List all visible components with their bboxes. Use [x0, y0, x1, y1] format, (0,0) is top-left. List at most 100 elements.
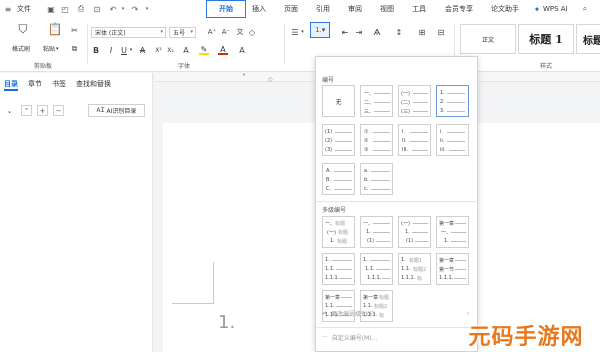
copy-icon[interactable]: ⧉: [70, 44, 79, 53]
bullets-dropdown-icon[interactable]: ▾: [300, 27, 305, 37]
multilevel-chapter-section[interactable]: 第一章 第一节 1.1.1.: [436, 253, 469, 285]
numbering-button[interactable]: ⒈▾: [310, 22, 330, 38]
wps-ai-icon[interactable]: ✦: [532, 4, 542, 14]
subscript-icon[interactable]: X₂: [166, 45, 175, 55]
chinese-layout-icon[interactable]: Ѧ: [372, 27, 382, 37]
search-icon[interactable]: ⌕: [580, 4, 590, 14]
font-name-select[interactable]: 宋体 (正文) ▾: [91, 27, 166, 38]
numbering-dropdown: 编号 无 一、 二、 三、 (一) (二) (三) 1. 2. 3. (1) (…: [315, 56, 479, 352]
chevron-down-icon: ▾: [160, 29, 163, 35]
multilevel-decimal-heading[interactable]: 1. 标题1 1.1. 标题2 1.1.1. 标: [398, 253, 431, 285]
numbering-circled[interactable]: ① ② ③: [360, 124, 393, 156]
multilevel-decimal-indented[interactable]: 1. 1.1. 1.1.1.: [360, 253, 393, 285]
format-painter-icon[interactable]: ⛉: [16, 22, 30, 36]
multilevel-chapter[interactable]: 第一章 一、 1.: [436, 216, 469, 248]
file-menu[interactable]: 文件: [17, 0, 31, 18]
tab-review[interactable]: 审阅: [345, 0, 365, 18]
ribbon-divider: [284, 24, 285, 64]
tab-bookmarks[interactable]: 书签: [52, 79, 66, 91]
wps-writer-window: ≡ 文件 ▣ ◰ ⎙ ⊡ ↶ ▾ ↷ ▾ 开始 插入 页面 引用 审阅 视图 工…: [0, 0, 600, 352]
numbering-upper-alpha[interactable]: A. B. C.: [322, 163, 355, 195]
ai-recognize-toc-button[interactable]: ᎪᏆ AI识别目录: [88, 104, 145, 117]
tab-chapters[interactable]: 章节: [28, 79, 42, 91]
undo-icon[interactable]: ↶: [108, 4, 118, 14]
multilevel-paren[interactable]: (一) 1. (1): [398, 216, 431, 248]
format-painter-button[interactable]: 格式刷: [12, 44, 30, 53]
tab-references[interactable]: 引用: [313, 0, 333, 18]
superscript-icon[interactable]: X²: [154, 45, 163, 55]
multilevel-chinese-arabic[interactable]: 一、 1. (1): [360, 216, 393, 248]
numbering-arabic-dot[interactable]: 1. 2. 3.: [436, 85, 469, 117]
show-marks-icon[interactable]: ⊞: [417, 27, 427, 37]
phonetic-guide-icon[interactable]: 文: [235, 27, 245, 37]
shrink-font-icon[interactable]: A⁻: [221, 27, 231, 37]
redo-icon[interactable]: ↷: [130, 4, 140, 14]
tab-find-replace[interactable]: 查找和替换: [76, 79, 111, 91]
decrease-indent-icon[interactable]: ⇤: [340, 27, 350, 37]
increase-indent-icon[interactable]: ⇥: [354, 27, 364, 37]
font-name-value: 宋体 (正文): [95, 30, 126, 37]
tab-toc[interactable]: 目录: [4, 79, 18, 91]
numbering-chinese-paren[interactable]: (一) (二) (三): [398, 85, 431, 117]
font-color-icon[interactable]: A: [218, 45, 228, 55]
bullets-icon[interactable]: ☰: [290, 27, 300, 37]
style-heading[interactable]: 标题: [576, 24, 600, 54]
wps-ai-button[interactable]: WPS AI: [543, 0, 568, 18]
menu-icon[interactable]: ≡: [3, 4, 13, 14]
font-size-value: 五号: [173, 30, 186, 37]
paste-dropdown-icon[interactable]: ▾: [56, 46, 59, 52]
underline-icon[interactable]: U: [120, 45, 128, 55]
print-icon[interactable]: ⎙: [76, 4, 86, 14]
collapse-icon[interactable]: ⌃: [21, 105, 32, 116]
more-dropdown-icon[interactable]: ▾: [142, 4, 152, 14]
numbering-none[interactable]: 无: [322, 85, 355, 117]
tab-home[interactable]: 开始: [206, 0, 246, 18]
numbering-chinese-comma[interactable]: 一、 二、 三、: [360, 85, 393, 117]
italic-icon[interactable]: I: [107, 45, 115, 55]
multilevel-chinese[interactable]: 一、 标题 (一) 标题 1. 标题: [322, 216, 355, 248]
numbering-lower-roman[interactable]: i. ii. iii.: [436, 124, 469, 156]
preview-icon[interactable]: ⊡: [92, 4, 102, 14]
numbering-roman[interactable]: I. II. III.: [398, 124, 431, 156]
tab-page[interactable]: 页面: [281, 0, 301, 18]
chevron-right-icon: ›: [466, 309, 469, 317]
change-level-item[interactable]: ⇌ 更改编号级别(E) ›: [322, 307, 473, 319]
tab-insert[interactable]: 插入: [250, 0, 268, 18]
tab-member[interactable]: 会员专享: [441, 0, 477, 18]
style-normal[interactable]: 正文: [460, 24, 516, 54]
paste-icon[interactable]: 📋: [48, 22, 63, 36]
numbering-lower-alpha[interactable]: a. b. c.: [360, 163, 393, 195]
numbering-arabic-paren[interactable]: (1) (2) (3): [322, 124, 355, 156]
expand-icon[interactable]: ⌄: [4, 105, 15, 116]
grow-font-icon[interactable]: A⁺: [207, 27, 217, 37]
save-icon[interactable]: ▣: [46, 4, 56, 14]
chevron-down-icon: ▾: [190, 29, 193, 35]
undo-dropdown-icon[interactable]: ▾: [118, 4, 128, 14]
strikethrough-icon[interactable]: A: [138, 45, 147, 55]
multilevel-decimal[interactable]: 1. 1.1. 1.1.1.: [322, 253, 355, 285]
highlight-icon[interactable]: ✎: [199, 45, 209, 55]
tab-thesis-assistant[interactable]: 论文助手: [487, 0, 523, 18]
site-watermark: 元码手游网: [468, 324, 584, 350]
ruler-marker-icon[interactable]: ▾: [243, 73, 245, 78]
custom-numbering-item[interactable]: ··· 自定义编号(M)...: [322, 331, 473, 343]
char-border-icon[interactable]: A: [237, 45, 247, 55]
font-size-select[interactable]: 五号 ▾: [169, 27, 196, 38]
remove-icon[interactable]: −: [53, 105, 64, 116]
more-icon: ···: [322, 333, 328, 341]
table-icon[interactable]: ⊟: [436, 27, 446, 37]
text-effect-icon[interactable]: A: [181, 45, 191, 55]
dropdown-divider: [316, 201, 479, 202]
add-icon[interactable]: +: [37, 105, 48, 116]
line-spacing-icon[interactable]: ↕: [394, 27, 404, 37]
underline-dropdown-icon[interactable]: ▾: [128, 45, 134, 55]
tab-view[interactable]: 视图: [377, 0, 397, 18]
cut-icon[interactable]: ✂: [70, 26, 79, 35]
open-icon[interactable]: ◰: [60, 4, 70, 14]
paste-button[interactable]: 粘贴 ▾: [43, 44, 59, 54]
clear-format-icon[interactable]: ◇: [247, 27, 257, 37]
tab-tools[interactable]: 工具: [409, 0, 429, 18]
ruler-indent-icon[interactable]: ◇: [268, 76, 273, 83]
style-heading-1[interactable]: 标题 1: [518, 24, 574, 54]
bold-icon[interactable]: B: [92, 45, 100, 55]
